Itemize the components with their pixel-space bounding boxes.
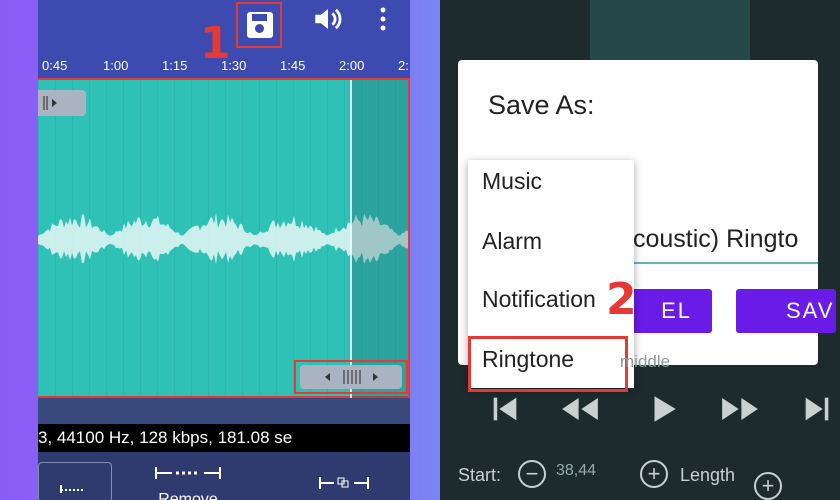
save-dialog-button[interactable]: SAV xyxy=(736,289,836,333)
right-phone-screen: Save As: coustic) Ringto EL SAV Music Al… xyxy=(440,0,840,500)
volume-icon[interactable] xyxy=(308,2,348,47)
start-value[interactable]: 38,44 xyxy=(556,462,596,480)
start-trim-handle[interactable] xyxy=(38,90,86,116)
decrease-start-icon[interactable]: − xyxy=(518,460,546,488)
waveform xyxy=(38,80,408,398)
more-vert-icon[interactable] xyxy=(368,2,398,42)
remove-label: Remove xyxy=(158,491,218,500)
skip-start-icon[interactable] xyxy=(488,392,522,435)
timeline-tick: 2:00 xyxy=(339,58,365,73)
waveform-area[interactable] xyxy=(38,78,410,398)
length-label: Length xyxy=(680,465,736,485)
remove-button[interactable]: Remove xyxy=(148,462,228,500)
timeline-tick: 1:15 xyxy=(162,58,188,73)
background-text: middle xyxy=(620,352,671,371)
insert-icon xyxy=(60,485,85,495)
playhead-marker[interactable] xyxy=(350,80,352,398)
menu-item-music[interactable]: Music xyxy=(482,168,542,195)
skip-end-icon[interactable] xyxy=(800,392,834,435)
timeline-tick: 2: xyxy=(398,58,409,73)
left-phone-screen: 0:45 1:00 1:15 1:30 1:45 2:00 2: 3, 4410… xyxy=(38,0,410,500)
menu-item-alarm[interactable]: Alarm xyxy=(482,228,542,255)
start-label: Start: xyxy=(458,465,502,485)
increase-length-icon[interactable]: + xyxy=(754,472,782,500)
timeline-tick: 1:45 xyxy=(280,58,306,73)
copy-segment-button[interactable] xyxy=(314,472,374,499)
play-icon[interactable] xyxy=(646,392,680,435)
step-1-annotation: 1 xyxy=(200,18,231,69)
dialog-title: Save As: xyxy=(488,90,595,120)
save-button[interactable] xyxy=(236,2,282,48)
end-trim-highlight xyxy=(294,360,408,394)
step-2-annotation: 2 xyxy=(606,274,637,325)
audio-info-bar: 3, 44100 Hz, 128 kbps, 181.08 se xyxy=(38,424,410,452)
rewind-icon[interactable] xyxy=(558,392,602,435)
timeline-tick: 1:00 xyxy=(103,58,129,73)
increase-start-icon[interactable]: + xyxy=(640,460,668,488)
bottom-toolbar: Remove xyxy=(38,452,410,500)
fast-forward-icon[interactable] xyxy=(718,392,762,435)
insert-silence-button[interactable] xyxy=(38,462,112,500)
filename-input[interactable]: coustic) Ringto xyxy=(633,225,798,254)
filename-underline xyxy=(633,262,818,264)
timeline-tick: 0:45 xyxy=(42,58,68,73)
ringtone-highlight xyxy=(468,336,628,392)
start-length-bar: Start: − 38,44 + Length + xyxy=(440,454,840,500)
remove-icon xyxy=(155,467,221,479)
audio-info-text: 3, 44100 Hz, 128 kbps, 181.08 se xyxy=(38,428,293,447)
save-icon xyxy=(247,12,273,38)
menu-item-notification[interactable]: Notification xyxy=(482,286,596,313)
background-panel xyxy=(590,0,750,60)
copy-icon xyxy=(319,477,369,489)
end-trim-handle[interactable] xyxy=(300,365,402,389)
